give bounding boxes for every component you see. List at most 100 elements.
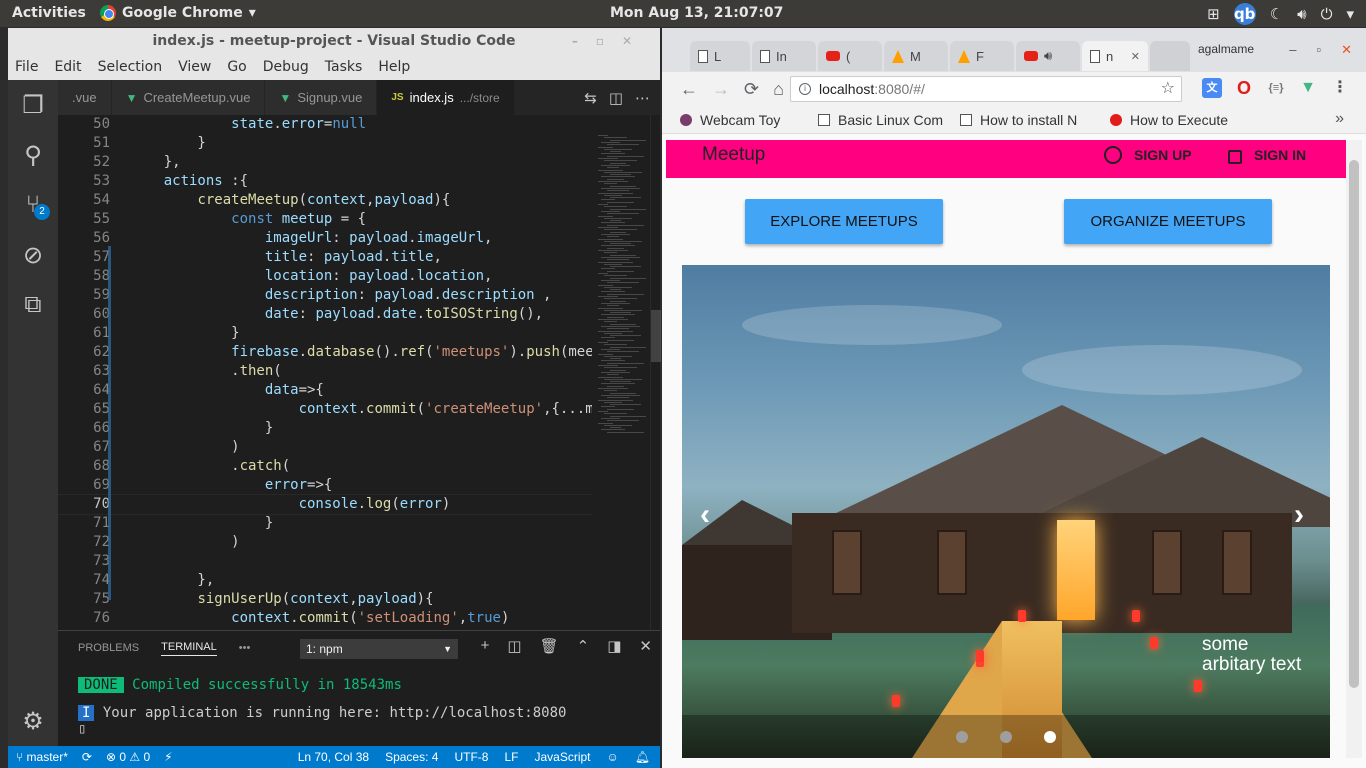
tab-createmeetup[interactable]: ▼ CreateMeetup.vue bbox=[111, 80, 266, 115]
editor-scrollbar[interactable] bbox=[650, 115, 661, 630]
gear-icon[interactable]: ⚙ bbox=[8, 696, 58, 746]
new-terminal-icon[interactable]: + bbox=[481, 637, 490, 655]
more-icon[interactable]: ⋯ bbox=[635, 89, 650, 107]
back-icon[interactable]: ← bbox=[680, 79, 698, 100]
code-line[interactable]: 66 } bbox=[58, 419, 650, 438]
chevron-left-icon[interactable]: ‹ bbox=[700, 498, 710, 532]
carousel-dot-active[interactable] bbox=[1044, 730, 1056, 743]
code-line[interactable]: 76 context.commit('setLoading',true) bbox=[58, 609, 650, 628]
code-line[interactable]: 67 ) bbox=[58, 438, 650, 457]
browser-tab[interactable]: L bbox=[690, 41, 750, 71]
code-line[interactable]: 52 }, bbox=[58, 153, 650, 172]
code-line[interactable]: 70 console.log(error) bbox=[58, 494, 650, 515]
code-line[interactable]: 53 actions :{ bbox=[58, 172, 650, 191]
code-line[interactable]: 59 description: payload.description , bbox=[58, 286, 650, 305]
menu-selection[interactable]: Selection bbox=[98, 54, 163, 80]
problems-indicator[interactable]: ⊗ 0 ⚠ 0 bbox=[106, 750, 150, 764]
bookmark-how-to-execute[interactable]: How to Execute bbox=[1110, 112, 1250, 128]
code-line[interactable]: 50 state.error=null bbox=[58, 115, 650, 134]
close-icon[interactable]: ✕ bbox=[639, 637, 652, 655]
night-light-icon[interactable]: ☾ bbox=[1270, 5, 1283, 23]
source-control-icon[interactable]: ⑂ 2 bbox=[8, 180, 58, 230]
code-line[interactable]: 57 title: payload.title, bbox=[58, 248, 650, 267]
menu-view[interactable]: View bbox=[178, 54, 211, 80]
panel-layout-icon[interactable]: ◨ bbox=[607, 637, 621, 655]
new-tab-button[interactable] bbox=[1150, 41, 1190, 71]
browser-tab[interactable]: 🔊︎ bbox=[1016, 41, 1080, 71]
menu-tasks[interactable]: Tasks bbox=[325, 54, 363, 80]
code-line[interactable]: 54 createMeetup(context,payload){ bbox=[58, 191, 650, 210]
bookmarks-more-button[interactable]: » bbox=[1335, 110, 1344, 128]
clock[interactable]: Mon Aug 13, 21:07:07 bbox=[610, 5, 783, 21]
code-line[interactable]: 74 }, bbox=[58, 571, 650, 590]
code-line[interactable]: 72 ) bbox=[58, 533, 650, 552]
encoding[interactable]: UTF-8 bbox=[454, 750, 488, 764]
minimap[interactable] bbox=[592, 115, 650, 630]
translate-icon[interactable]: ⊞ bbox=[1207, 5, 1220, 23]
menu-help[interactable]: Help bbox=[378, 54, 410, 80]
extensions-icon[interactable]: ⧉ bbox=[8, 280, 58, 330]
code-line[interactable]: 55 const meetup = { bbox=[58, 210, 650, 229]
browser-tab[interactable]: F bbox=[950, 41, 1014, 71]
cursor-position[interactable]: Ln 70, Col 38 bbox=[298, 750, 369, 764]
minimize-icon[interactable]: – bbox=[1289, 42, 1296, 58]
translate-extension-icon[interactable]: 文 bbox=[1202, 78, 1222, 98]
chevron-down-icon[interactable]: ▾ bbox=[1346, 5, 1354, 23]
lightning-icon[interactable]: ⚡ bbox=[164, 750, 172, 764]
code-line[interactable]: 65 context.commit('createMeetup',{...me bbox=[58, 400, 650, 419]
code-line[interactable]: 69 error=>{ bbox=[58, 476, 650, 495]
sign-in-button[interactable]: SIGN IN bbox=[1228, 146, 1306, 164]
explore-meetups-button[interactable]: EXPLORE MEETUPS bbox=[745, 199, 943, 244]
open-changes-icon[interactable]: ⇆ bbox=[584, 89, 597, 107]
bookmark-star-icon[interactable]: ☆ bbox=[1161, 77, 1175, 101]
sync-icon[interactable]: ⟳ bbox=[82, 750, 92, 764]
code-line[interactable]: 60 date: payload.date.toISOString(), bbox=[58, 305, 650, 324]
chrome-menu-icon[interactable]: ⋮ bbox=[1330, 78, 1350, 98]
chevron-up-icon[interactable]: ⌃ bbox=[577, 637, 590, 655]
page-scrollbar[interactable] bbox=[1346, 140, 1362, 758]
code-line[interactable]: 51 } bbox=[58, 134, 650, 153]
code-line[interactable]: 75 signUserUp(context,payload){ bbox=[58, 590, 650, 609]
maximize-icon[interactable]: ▫ bbox=[1316, 42, 1321, 58]
menu-debug[interactable]: Debug bbox=[263, 54, 309, 80]
tab-problems[interactable]: PROBLEMS bbox=[78, 642, 139, 654]
profile-name[interactable]: agalmame bbox=[1198, 42, 1254, 56]
menu-go[interactable]: Go bbox=[227, 54, 246, 80]
search-icon[interactable]: ⚲ bbox=[8, 130, 58, 180]
qbittorrent-icon[interactable]: qb bbox=[1233, 3, 1256, 25]
smiley-icon[interactable]: ☺ bbox=[607, 750, 619, 764]
terminal-cursor[interactable]: ▯ bbox=[58, 721, 660, 737]
panel-more-button[interactable]: ••• bbox=[239, 642, 251, 654]
code-editor[interactable]: 50 state.error=null 51 } 52 }, 53 actions :… bbox=[58, 115, 650, 630]
tab-vue[interactable]: .vue bbox=[58, 80, 112, 115]
debug-icon[interactable]: ⊘ bbox=[8, 230, 58, 280]
address-bar[interactable]: i localhost:8080/#/ ☆ bbox=[790, 76, 1182, 102]
end-of-line[interactable]: LF bbox=[504, 750, 518, 764]
activities-button[interactable]: Activities bbox=[12, 5, 86, 21]
code-line[interactable]: 56 imageUrl: payload.imageUrl, bbox=[58, 229, 650, 248]
carousel-dot[interactable] bbox=[956, 730, 968, 743]
browser-tab[interactable]: M bbox=[884, 41, 948, 71]
browser-tab[interactable]: ( bbox=[818, 41, 882, 71]
info-icon[interactable]: i bbox=[799, 83, 811, 95]
bell-icon[interactable]: 🔔︎ bbox=[635, 750, 650, 764]
opera-extension-icon[interactable]: O bbox=[1234, 78, 1254, 98]
menu-edit[interactable]: Edit bbox=[54, 54, 81, 80]
code-line[interactable]: 62 firebase.database().ref('meetups').pu… bbox=[58, 343, 650, 362]
trash-icon[interactable]: 🗑︎ bbox=[540, 637, 559, 655]
organize-meetups-button[interactable]: ORGANIZE MEETUPS bbox=[1064, 199, 1272, 244]
volume-icon[interactable]: 🔊︎ bbox=[1297, 5, 1306, 23]
browser-tab-active[interactable]: n ✕ bbox=[1082, 41, 1148, 71]
code-line[interactable]: 73 bbox=[58, 552, 650, 571]
explorer-icon[interactable]: ❐ bbox=[8, 80, 58, 130]
scrollbar-thumb[interactable] bbox=[1349, 160, 1359, 688]
split-editor-icon[interactable]: ◫ bbox=[609, 89, 623, 107]
sign-up-button[interactable]: SIGN UP bbox=[1104, 146, 1192, 164]
power-icon[interactable]: ⏻ bbox=[1321, 5, 1333, 23]
bookmark-webcam-toy[interactable]: Webcam Toy bbox=[680, 112, 808, 128]
tab-index-js[interactable]: JS index.js .../store bbox=[377, 80, 515, 115]
code-line[interactable]: 68 .catch( bbox=[58, 457, 650, 476]
code-line[interactable]: 63 .then( bbox=[58, 362, 650, 381]
scrollbar-thumb[interactable] bbox=[651, 310, 661, 362]
window-controls[interactable]: –▫✕ bbox=[572, 28, 650, 54]
